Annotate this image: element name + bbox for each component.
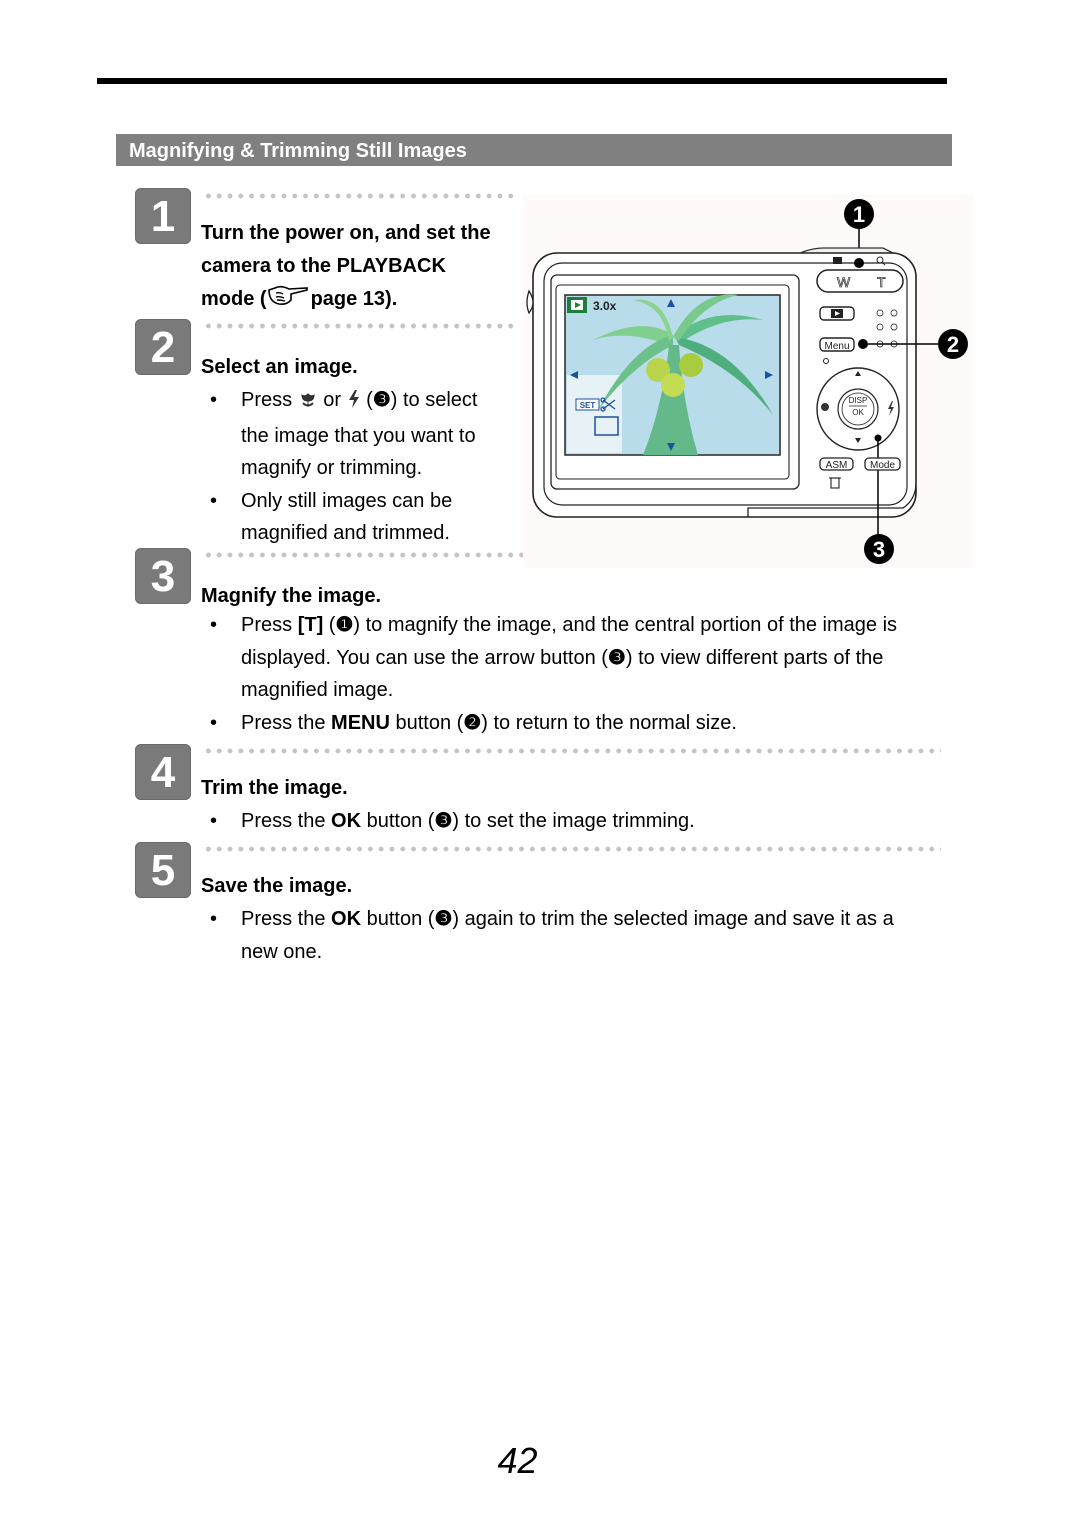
step-3-bullet-1-line-3: magnified image. — [241, 679, 394, 702]
menu-key-label: MENU — [331, 711, 390, 734]
svg-text:2: 2 — [947, 332, 959, 357]
text: Press — [241, 614, 298, 636]
disp-label: DISP — [849, 396, 868, 405]
step-1-heading-line-1: Turn the power on, and set the — [201, 222, 491, 244]
step-2-bullet-2-line-1: Only still images can be — [241, 489, 453, 512]
callout-2: 2 — [938, 329, 968, 359]
step-3-bullet-1: Press [T] (❶) to magnify the image, and … — [210, 609, 897, 707]
step-2-bullet-1-line-3: magnify or trimming. — [241, 457, 423, 480]
step-2-bullets: Press or (❸) to select the image that yo… — [210, 384, 477, 550]
step-1-divider — [203, 193, 516, 199]
step-3-divider — [203, 552, 523, 558]
text: ) to select — [390, 389, 478, 411]
text: ) to magnify the image, and the central … — [353, 614, 898, 636]
text: button ( — [361, 810, 435, 832]
text: ) to set the image trimming. — [452, 810, 695, 832]
step-5-bullets: Press the OK button (❸) again to trim th… — [210, 903, 894, 968]
step-5-bullet-1-line-2: new one. — [241, 940, 323, 963]
step-3-bullet-1-line-1: Press [T] (❶) to magnify the image, and … — [241, 614, 898, 636]
ok-label: OK — [852, 408, 864, 417]
step-4-bullets: Press the OK button (❸) to set the image… — [210, 805, 695, 838]
step-1-ref-prefix: mode ( — [201, 288, 267, 310]
set-label: SET — [580, 401, 596, 410]
callout-ref-3: ❸ — [434, 810, 453, 832]
step-3-bullet-1-line-2: displayed. You can use the arrow button … — [241, 642, 897, 675]
mode-button-label: Mode — [870, 460, 895, 471]
step-4-badge: 4 — [135, 744, 191, 800]
camera-illustration: 1 3.0x SET W T Menu DISP OK ASM Mode 2 3 — [523, 195, 973, 568]
step-1-heading-line-2: camera to the PLAYBACK — [201, 255, 446, 277]
text: ) to view different parts of the — [625, 646, 884, 669]
step-5-badge: 5 — [135, 842, 191, 898]
callout-ref-3: ❸ — [434, 908, 453, 930]
step-3-badge: 3 — [135, 548, 191, 604]
step-5-bullet-1: Press the OK button (❸) again to trim th… — [210, 903, 894, 968]
step-4-bullet-1: Press the OK button (❸) to set the image… — [210, 805, 695, 838]
callout-ref-3: ❸ — [372, 389, 391, 411]
lcd-screen: 3.0x SET — [564, 294, 781, 456]
top-rule — [97, 78, 947, 84]
callout-ref-1: ❶ — [335, 614, 354, 636]
step-2-bullet-2: Only still images can be magnified and t… — [210, 485, 477, 550]
text: button ( — [361, 908, 435, 930]
page-number: 42 — [497, 1440, 538, 1481]
step-1-heading-line-3: mode ( page 13). — [201, 283, 491, 319]
svg-text:3: 3 — [873, 537, 885, 562]
step-4-heading: Trim the image. — [201, 777, 348, 799]
step-2-bullet-2-line-2: magnified and trimmed. — [241, 522, 450, 545]
flash-icon — [347, 387, 361, 420]
step-2-badge: 2 — [135, 319, 191, 375]
step-2-bullet-1: Press or (❸) to select the image that yo… — [210, 384, 477, 485]
step-1-heading: Turn the power on, and set the camera to… — [201, 217, 491, 319]
step-1-badge: 1 — [135, 188, 191, 244]
section-title: Magnifying & Trimming Still Images — [116, 134, 952, 166]
zoom-level-label: 3.0x — [593, 299, 617, 313]
text: Press — [241, 389, 298, 411]
callout-3: 3 — [864, 534, 894, 564]
text: ( — [360, 389, 373, 411]
text: displayed. You can use the arrow button … — [241, 646, 608, 669]
t-key-label: [T] — [297, 614, 324, 636]
text: button ( — [389, 711, 464, 734]
step-4-divider — [203, 748, 941, 754]
text: ) to return to the normal size. — [481, 711, 737, 734]
grid-icon — [833, 257, 842, 264]
wide-button-label: W — [837, 274, 851, 290]
step-5-divider — [203, 846, 941, 852]
step-2-heading: Select an image. — [201, 356, 358, 378]
zoom-rocker — [816, 269, 904, 293]
step-2-bullet-1-line-1: Press or (❸) to select — [241, 384, 477, 420]
macro-icon — [298, 387, 318, 420]
text: ) again to trim the selected image and s… — [452, 908, 894, 930]
ok-key-label: OK — [331, 810, 362, 832]
ok-key-label: OK — [331, 908, 362, 930]
step-3-bullets: Press [T] (❶) to magnify the image, and … — [210, 609, 897, 739]
text: Press the — [241, 810, 332, 832]
step-5-heading: Save the image. — [201, 875, 353, 897]
svg-text:1: 1 — [853, 202, 865, 227]
pad-macro-icon — [821, 403, 829, 411]
step-3-bullet-2: Press the MENU button (❷) to return to t… — [210, 707, 897, 740]
text: or — [317, 389, 347, 411]
step-2-bullet-1-line-2: the image that you want to — [241, 424, 476, 447]
callout-ref-3: ❸ — [607, 646, 626, 669]
asm-button-label: ASM — [826, 460, 848, 471]
text: Press the — [241, 908, 332, 930]
step-5-bullet-1-line-1: Press the OK button (❸) again to trim th… — [241, 903, 894, 936]
text: Press the — [241, 711, 332, 734]
step-1-ref-suffix: page 13). — [310, 288, 398, 310]
callout-ref-2: ❷ — [463, 711, 482, 734]
tele-button-label: T — [877, 274, 886, 290]
step-2-divider — [203, 323, 516, 329]
camera-back-svg: 1 3.0x SET W T Menu DISP OK ASM Mode 2 3 — [526, 199, 968, 564]
pointing-hand-icon — [267, 284, 311, 319]
menu-button-label: Menu — [824, 341, 849, 352]
